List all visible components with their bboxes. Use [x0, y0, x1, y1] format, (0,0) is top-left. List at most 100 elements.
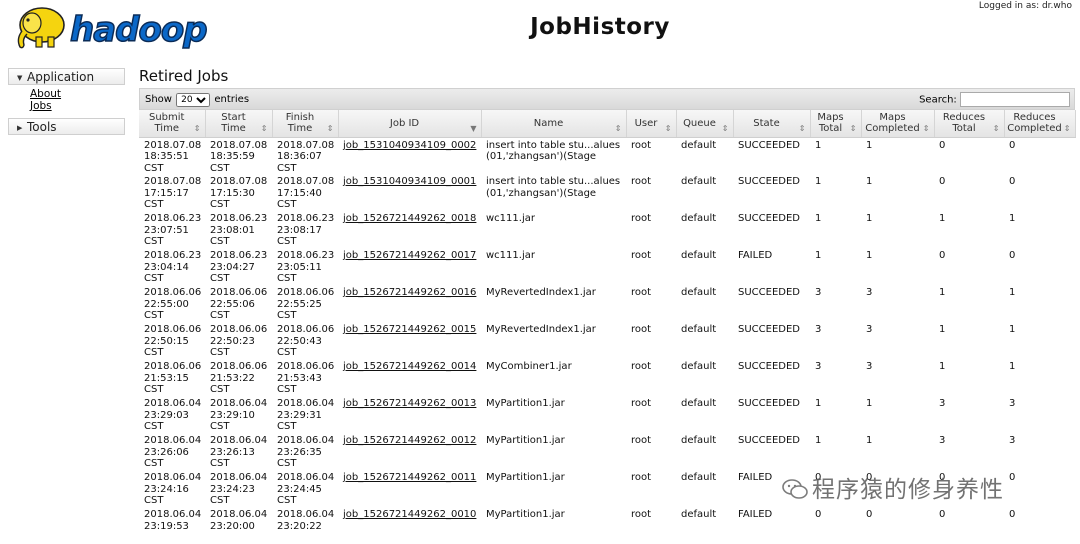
cell-finish-time: 2018.06.04 23:24:45 CST	[277, 472, 335, 506]
job-id-link[interactable]: job_1531040934109_0001	[343, 176, 476, 187]
nav-application-header[interactable]: ▼ Application	[8, 68, 125, 85]
col-submit-time[interactable]: Submit Time ⇕	[139, 110, 206, 138]
sort-icon: ⇕	[849, 123, 857, 133]
cell-start-time: 2018.06.06 22:50:23 CST	[210, 324, 268, 358]
sort-icon: ⇕	[721, 123, 729, 133]
cell-job-id: job_1526721449262_0015	[338, 322, 481, 359]
cell-reduces-total: 0	[939, 509, 946, 520]
cell-state: SUCCEEDED	[738, 176, 800, 187]
job-id-link[interactable]: job_1526721449262_0015	[343, 324, 476, 335]
table-row: 2018.06.04 23:26:06 CST 2018.06.04 23:26:…	[139, 433, 1075, 470]
cell-name: MyPartition1.jar	[486, 472, 565, 483]
triangle-right-icon: ▶	[17, 124, 23, 132]
cell-reduces-total: 1	[939, 287, 946, 298]
job-id-link[interactable]: job_1526721449262_0017	[343, 250, 476, 261]
job-id-link[interactable]: job_1526721449262_0016	[343, 287, 476, 298]
cell-maps-total: 3	[815, 361, 822, 372]
job-id-link[interactable]: job_1526721449262_0013	[343, 398, 476, 409]
cell-maps-total: 1	[815, 250, 822, 261]
cell-reduces-completed: 0	[1009, 139, 1016, 151]
col-maps-total[interactable]: Maps Total ⇕	[810, 110, 862, 138]
sort-desc-icon: ▼	[470, 123, 477, 133]
table-row: 2018.06.06 21:53:15 CST 2018.06.06 21:53:…	[139, 359, 1075, 396]
cell-maps-total: 1	[815, 435, 822, 446]
cell-name: MyPartition1.jar	[486, 509, 565, 520]
wechat-icon	[782, 478, 808, 506]
cell-name: MyRevertedIndex1.jar	[486, 287, 596, 298]
cell-maps-total: 3	[815, 287, 822, 298]
job-id-link[interactable]: job_1526721449262_0012	[343, 435, 476, 446]
cell-maps-completed: 1	[866, 213, 873, 224]
cell-maps-completed: 1	[866, 250, 873, 261]
show-label: Show	[145, 94, 172, 105]
cell-queue: default	[681, 176, 717, 187]
table-header-row: Submit Time ⇕ Start Time ⇕ Finish Time ⇕ Jo…	[139, 110, 1076, 138]
left-nav: ▼ Application About Jobs ▶ Tools	[8, 68, 125, 135]
watermark-text: 程序猿的修身养性	[812, 477, 1004, 503]
nav-link-about[interactable]: About	[30, 88, 125, 100]
nav-tools-header[interactable]: ▶ Tools	[8, 118, 125, 135]
sort-icon: ⇕	[798, 123, 806, 133]
cell-submit-time: 2018.06.23 23:07:51 CST	[144, 213, 202, 247]
col-queue[interactable]: Queue ⇕	[676, 110, 734, 138]
entries-label: entries	[214, 94, 250, 105]
cell-reduces-completed: 1	[1009, 361, 1016, 372]
cell-finish-time: 2018.07.08 18:36:07 CST	[277, 139, 335, 174]
watermark: 程序猿的修身养性	[782, 470, 1004, 506]
cell-job-id: job_1531040934109_0002	[338, 137, 481, 174]
cell-state: SUCCEEDED	[738, 324, 800, 335]
cell-reduces-total: 1	[939, 361, 946, 372]
cell-reduces-total: 0	[939, 250, 946, 261]
cell-user: root	[631, 176, 652, 187]
cell-state: SUCCEEDED	[738, 435, 800, 446]
cell-maps-total: 0	[815, 509, 822, 520]
cell-user: root	[631, 250, 652, 261]
cell-queue: default	[681, 139, 717, 151]
col-maps-completed[interactable]: Maps Completed ⇕	[861, 110, 935, 138]
sort-icon: ⇕	[260, 123, 268, 133]
cell-start-time: 2018.06.06 22:55:06 CST	[210, 287, 268, 321]
cell-submit-time: 2018.07.08 17:15:17 CST	[144, 176, 202, 210]
job-id-link[interactable]: job_1526721449262_0014	[343, 361, 476, 372]
sort-icon: ⇕	[1063, 123, 1071, 133]
col-user[interactable]: User ⇕	[626, 110, 677, 138]
cell-reduces-total: 0	[939, 176, 946, 187]
search-control: Search:	[919, 92, 1070, 107]
page-title: JobHistory	[530, 14, 670, 40]
logged-in-user: Logged in as: dr.who	[978, 1, 1072, 11]
cell-start-time: 2018.07.08 18:35:59 CST	[210, 139, 268, 174]
entries-select[interactable]: 20	[176, 93, 211, 107]
col-finish-time[interactable]: Finish Time ⇕	[272, 110, 339, 138]
col-name[interactable]: Name ⇕	[481, 110, 627, 138]
cell-name: MyCombiner1.jar	[486, 361, 572, 372]
cell-state: FAILED	[738, 509, 773, 520]
table-row: 2018.06.06 22:50:15 CST 2018.06.06 22:50:…	[139, 322, 1075, 359]
cell-reduces-completed: 1	[1009, 213, 1016, 224]
cell-reduces-total: 1	[939, 324, 946, 335]
cell-finish-time: 2018.06.04 23:20:22	[277, 509, 335, 532]
col-reduces-total[interactable]: Reduces Total ⇕	[934, 110, 1005, 138]
cell-user: root	[631, 139, 652, 151]
nav-link-jobs[interactable]: Jobs	[30, 100, 125, 112]
cell-queue: default	[681, 213, 717, 224]
job-id-link[interactable]: job_1531040934109_0002	[343, 140, 476, 151]
search-input[interactable]	[960, 92, 1070, 107]
col-job-id[interactable]: Job ID ▼	[338, 110, 482, 138]
table-row: 2018.06.23 23:07:51 CST 2018.06.23 23:08:…	[139, 211, 1075, 248]
cell-finish-time: 2018.06.06 22:50:43 CST	[277, 324, 335, 358]
table-row: 2018.06.04 23:29:03 CST 2018.06.04 23:29:…	[139, 396, 1075, 433]
job-id-link[interactable]: job_1526721449262_0010	[343, 509, 476, 520]
cell-job-id: job_1526721449262_0011	[338, 470, 481, 507]
cell-maps-completed: 0	[866, 509, 873, 520]
col-start-time[interactable]: Start Time ⇕	[205, 110, 273, 138]
sort-icon: ⇕	[193, 123, 201, 133]
col-state[interactable]: State ⇕	[733, 110, 811, 138]
cell-start-time: 2018.06.06 21:53:22 CST	[210, 361, 268, 395]
col-reduces-completed[interactable]: Reduces Completed ⇕	[1004, 110, 1076, 138]
cell-queue: default	[681, 250, 717, 261]
cell-state: SUCCEEDED	[738, 213, 800, 224]
job-id-link[interactable]: job_1526721449262_0018	[343, 213, 476, 224]
cell-maps-total: 1	[815, 213, 822, 224]
cell-reduces-completed: 1	[1009, 324, 1016, 335]
job-id-link[interactable]: job_1526721449262_0011	[343, 472, 476, 483]
